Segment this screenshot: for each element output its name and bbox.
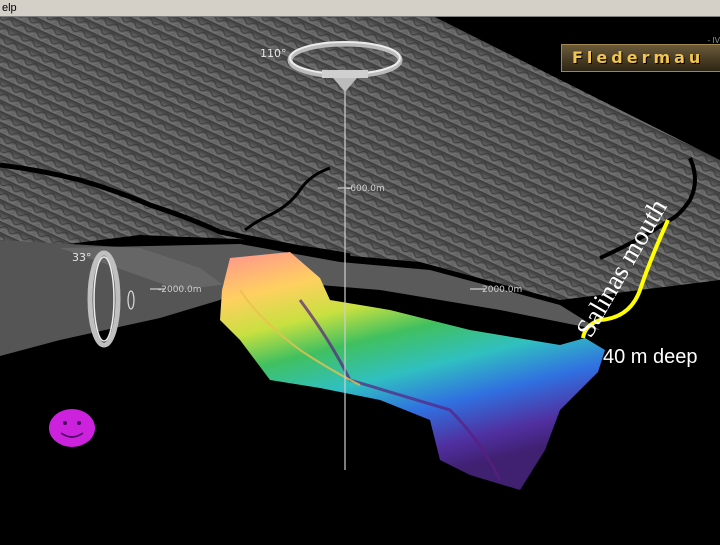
azimuth-label: 110° xyxy=(260,47,287,60)
logo-text: Fledermau xyxy=(572,48,705,67)
viewport-3d[interactable]: - IV Fledermau 110° 33° -600.0m -2000.0m… xyxy=(0,17,720,540)
logo-suffix: - IV xyxy=(707,36,720,45)
axis-label-right: 2000.0m xyxy=(482,285,523,295)
tilt-label: 33° xyxy=(72,251,92,264)
annotation-depth: 40 m deep xyxy=(603,346,698,368)
fledermaus-logo: - IV Fledermau xyxy=(561,36,720,72)
axis-label-top: -600.0m xyxy=(347,184,385,194)
menu-item-help[interactable]: elp xyxy=(0,2,17,14)
menu-bar: elp xyxy=(0,0,720,17)
axis-label-left: -2000.0m xyxy=(158,285,202,295)
smiley-icon xyxy=(49,409,95,447)
